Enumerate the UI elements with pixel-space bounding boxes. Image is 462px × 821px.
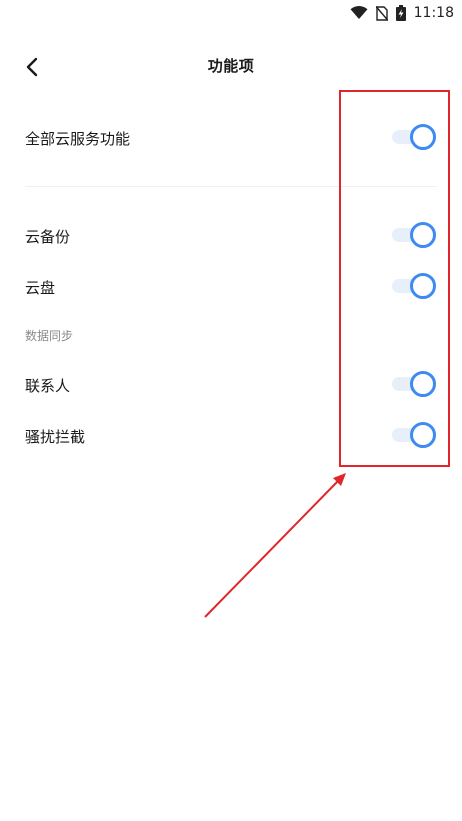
toggle-knob xyxy=(410,371,436,397)
wifi-icon xyxy=(350,6,368,20)
toggle-knob xyxy=(410,422,436,448)
setting-label: 云盘 xyxy=(25,279,56,297)
setting-row-all-services: 全部云服务功能 xyxy=(0,118,462,158)
toggle-knob xyxy=(410,222,436,248)
cloud-drive-toggle[interactable] xyxy=(392,273,436,299)
no-sim-icon xyxy=(375,5,388,21)
setting-row-contacts: 联系人 xyxy=(0,365,462,405)
all-services-toggle[interactable] xyxy=(392,124,436,150)
section-label-data-sync: 数据同步 xyxy=(25,329,74,343)
setting-label: 云备份 xyxy=(25,228,71,246)
harassment-block-toggle[interactable] xyxy=(392,422,436,448)
battery-charging-icon xyxy=(395,5,406,21)
status-bar: 11:18 xyxy=(0,0,462,26)
setting-label: 联系人 xyxy=(25,377,71,395)
page-title: 功能项 xyxy=(207,57,255,75)
status-time: 11:18 xyxy=(413,5,454,21)
setting-label: 骚扰拦截 xyxy=(25,428,86,446)
contacts-toggle[interactable] xyxy=(392,371,436,397)
setting-row-harassment-block: 骚扰拦截 xyxy=(0,416,462,456)
toggle-knob xyxy=(410,124,436,150)
toggle-knob xyxy=(410,273,436,299)
setting-label: 全部云服务功能 xyxy=(25,130,131,148)
header: 功能项 xyxy=(0,45,462,89)
divider xyxy=(25,186,437,187)
setting-row-cloud-drive: 云盘 xyxy=(0,267,462,307)
cloud-backup-toggle[interactable] xyxy=(392,222,436,248)
setting-row-cloud-backup: 云备份 xyxy=(0,216,462,256)
